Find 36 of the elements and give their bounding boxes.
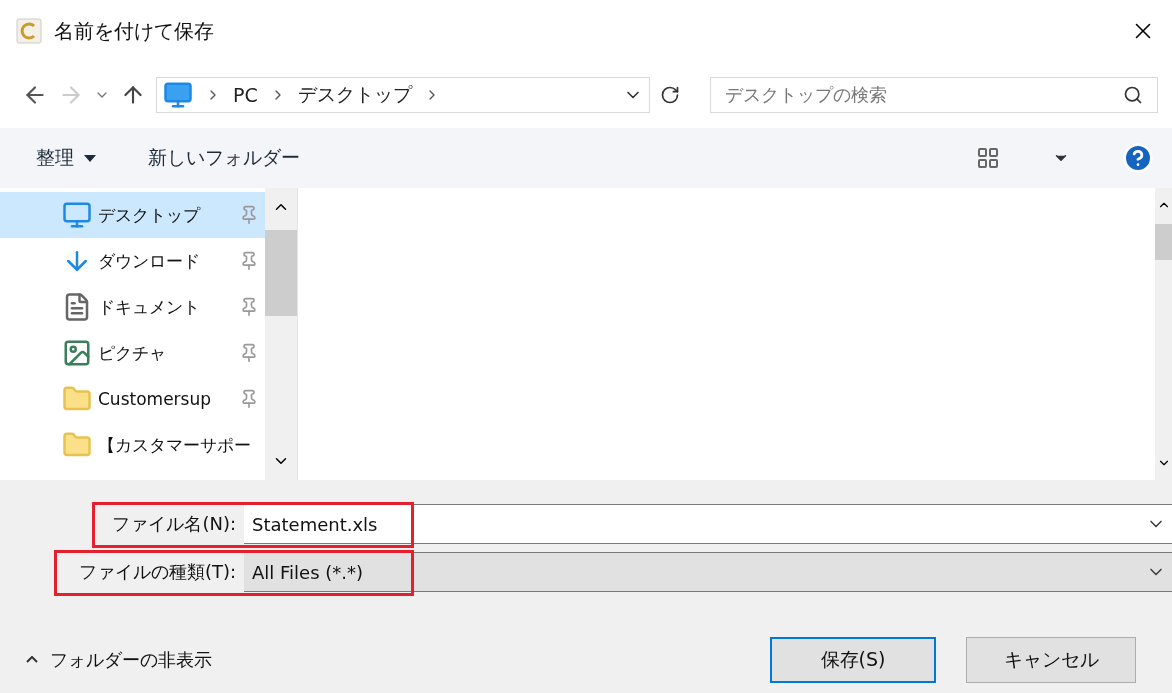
sidebar-item[interactable]: ダウンロード (0, 238, 265, 284)
cancel-button[interactable]: キャンセル (966, 636, 1136, 683)
new-folder-button[interactable]: 新しいフォルダー (148, 145, 300, 171)
chevron-icon (26, 656, 38, 663)
caret-icon (84, 154, 96, 162)
pin-icon[interactable] (239, 343, 259, 363)
field-label: ファイル名(N): (111, 512, 237, 536)
sidebar-item[interactable]: Customersup (0, 376, 265, 422)
sidebar-item[interactable]: ドキュメント (0, 284, 265, 330)
save-button[interactable]: 保存(S) (770, 636, 936, 683)
pin-icon[interactable] (239, 389, 259, 409)
view-options-icon[interactable] (976, 146, 1000, 170)
file-name-field[interactable]: Statement.xls (244, 504, 1172, 544)
hide-folders-button[interactable]: フォルダーの非表示 (26, 647, 212, 672)
sidebar-item[interactable]: ピクチャ (0, 330, 265, 376)
sidebar-item[interactable]: デスクトップ (0, 192, 265, 238)
search-field[interactable]: デスクトップの検索 (710, 77, 1158, 113)
address-bar[interactable]: PC デスクトップ (156, 77, 650, 113)
breadcrumb[interactable]: デスクトップ (297, 82, 412, 108)
pin-icon[interactable] (239, 251, 259, 271)
app-logo-icon (16, 18, 42, 44)
scrollbar-thumb[interactable] (1155, 224, 1172, 260)
breadcrumb[interactable]: PC (233, 84, 258, 106)
scrollbar-thumb[interactable] (265, 230, 297, 316)
pin-icon[interactable] (239, 297, 259, 317)
picture-icon (62, 338, 92, 368)
search-icon (1123, 85, 1143, 105)
help-icon[interactable] (1122, 142, 1154, 174)
file-type-dropdown[interactable]: All Files (*.*) (244, 552, 1172, 592)
monitor-icon (163, 80, 193, 110)
monitor-icon (62, 200, 92, 230)
window-title: 名前を付けて保存 (54, 17, 215, 45)
organize-menu[interactable]: 整理 (36, 145, 96, 171)
field-label: ファイルの種類(T): (77, 560, 237, 584)
refresh-icon[interactable] (660, 85, 680, 105)
sidebar-item[interactable]: 【カスタマーサポー (0, 422, 265, 468)
